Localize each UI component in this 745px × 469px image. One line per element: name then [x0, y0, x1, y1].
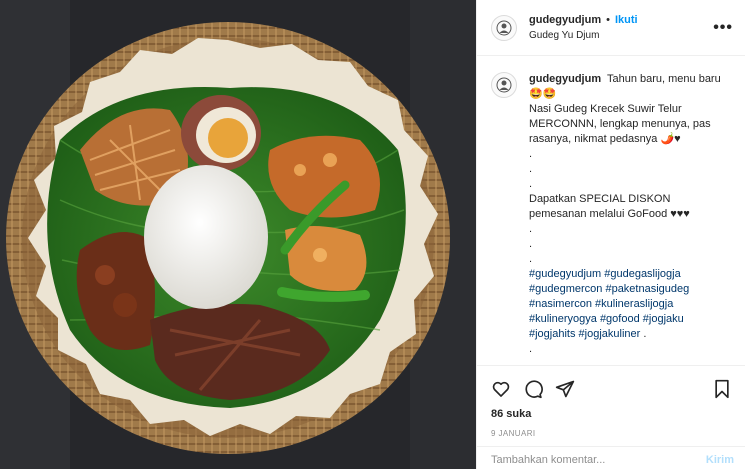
- hashtag-link[interactable]: #nasimercon: [529, 298, 592, 310]
- hashtag-line: #kulineryogya #gofood #jogjaku: [529, 312, 733, 327]
- caption-line: .: [529, 178, 533, 190]
- hashtag-link[interactable]: #kulineraslijogja: [595, 298, 673, 310]
- caption-line: MERCONNN, lengkap menunya, pas: [529, 118, 711, 130]
- hashtag-link[interactable]: #kulineryogya: [529, 313, 597, 325]
- caption-username-link[interactable]: gudegyudjum: [529, 73, 601, 85]
- hashtag-line: #gudegmercon #paketnasigudeg: [529, 282, 733, 297]
- caption-line: gudegyudjum Tahun baru, menu baru: [529, 72, 733, 87]
- hashtag-link[interactable]: #gofood: [600, 313, 640, 325]
- caption-avatar[interactable]: [491, 72, 517, 98]
- hashtag-link[interactable]: #jogjahits: [529, 328, 575, 340]
- more-options-icon[interactable]: •••: [713, 19, 733, 37]
- post-photo[interactable]: [0, 0, 476, 469]
- caption-line: Nasi Gudeg Krecek Suwir Telur: [529, 103, 682, 115]
- comment-input[interactable]: [491, 454, 706, 466]
- follow-button[interactable]: Ikuti: [615, 13, 638, 27]
- hashtag-link[interactable]: #gudegyudjum: [529, 268, 601, 280]
- action-icons-row: [477, 371, 745, 407]
- hashtag-link[interactable]: #gudegmercon: [529, 283, 602, 295]
- caption-line: .: [529, 238, 533, 250]
- caption-line-text: Tahun baru, menu baru: [606, 73, 721, 85]
- share-icon[interactable]: [553, 377, 577, 401]
- comment-bar: Kirim: [477, 446, 745, 469]
- hashtag-link[interactable]: #jogjaku: [643, 313, 684, 325]
- food-photo-image: [0, 0, 476, 469]
- caption-line: Dapatkan SPECIAL DISKON: [529, 193, 671, 205]
- comment-icon[interactable]: [521, 377, 545, 401]
- likes-count[interactable]: 86 suka: [477, 408, 745, 420]
- post-date[interactable]: 9 JANUARI: [477, 429, 745, 438]
- caption-line: .: [529, 148, 533, 160]
- post-actions: 86 suka 9 JANUARI Kirim: [477, 365, 745, 469]
- separator-dot: •: [606, 13, 610, 26]
- hashtag-link[interactable]: #gudegaslijogja: [604, 268, 680, 280]
- avatar[interactable]: [491, 14, 517, 41]
- profile-logo-icon: [496, 77, 512, 93]
- caption-line: .: [529, 343, 533, 355]
- post-comment-button[interactable]: Kirim: [706, 454, 734, 466]
- caption-text: gudegyudjum Tahun baru, menu baru 🤩🤩 Nas…: [529, 72, 733, 359]
- caption-line: pemesanan melalui GoFood ♥♥♥: [529, 208, 690, 220]
- post-header: gudegyudjum • Ikuti Gudeg Yu Djum •••: [477, 0, 745, 56]
- caption-line: .: [529, 223, 533, 235]
- caption-line: .: [529, 253, 533, 265]
- bookmark-icon[interactable]: [710, 377, 734, 401]
- hashtag-link[interactable]: #paketnasigudeg: [605, 283, 689, 295]
- caption-line: .: [529, 163, 533, 175]
- caption-period: .: [643, 328, 647, 340]
- heart-icon[interactable]: [489, 377, 513, 401]
- location-link[interactable]: Gudeg Yu Djum: [529, 29, 713, 43]
- hashtag-link[interactable]: #jogjakuliner: [579, 328, 641, 340]
- header-username-link[interactable]: gudegyudjum: [529, 13, 601, 27]
- hashtag-block: #gudegyudjum #gudegaslijogja #gudegmerco…: [529, 267, 733, 342]
- hashtag-line: #nasimercon #kulineraslijogja: [529, 297, 733, 312]
- post-sidebar: gudegyudjum • Ikuti Gudeg Yu Djum ••• gu…: [476, 0, 745, 469]
- hashtag-line: #jogjahits #jogjakuliner .: [529, 327, 733, 342]
- hashtag-line: #gudegyudjum #gudegaslijogja: [529, 267, 733, 282]
- caption-section: gudegyudjum Tahun baru, menu baru 🤩🤩 Nas…: [477, 56, 745, 359]
- caption-line: 🤩🤩: [529, 88, 557, 100]
- caption-line: rasanya, nikmat pedasnya 🌶️♥: [529, 133, 681, 145]
- profile-logo-icon: [496, 20, 512, 35]
